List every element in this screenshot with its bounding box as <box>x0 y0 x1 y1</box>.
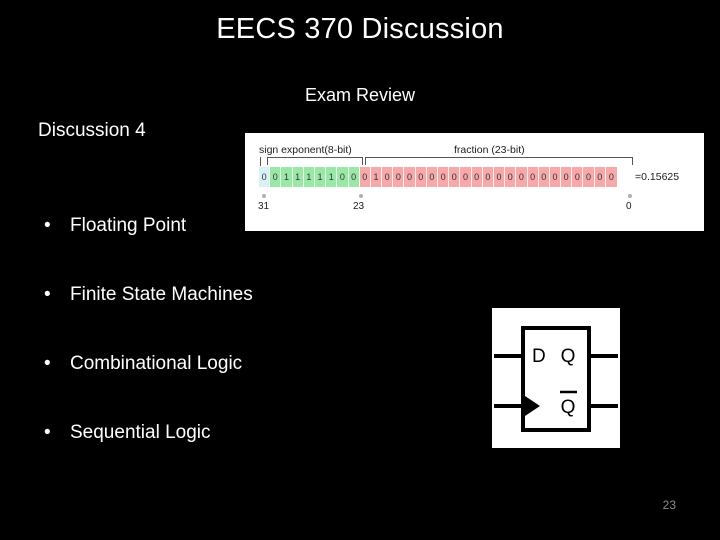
floating-point-diagram-inner: sign exponent(8-bit) fraction (23-bit) 0… <box>245 133 704 231</box>
fraction-bit: 0 <box>561 167 573 187</box>
fraction-bit: 0 <box>426 167 438 187</box>
fraction-bit: 0 <box>527 167 539 187</box>
d-flip-flop-diagram: D Q Q <box>492 308 620 448</box>
bullet-marker-icon: • <box>44 284 51 305</box>
fraction-bit: 0 <box>393 167 405 187</box>
list-item-label: Sequential Logic <box>70 422 211 443</box>
exponent-bit: 0 <box>270 167 282 187</box>
tick-label-0: 0 <box>626 201 632 212</box>
section-label: Discussion 4 <box>38 120 146 141</box>
tick-dot-0 <box>628 194 632 198</box>
floating-point-diagram: sign exponent(8-bit) fraction (23-bit) 0… <box>245 133 704 231</box>
slide-subtitle: Exam Review <box>304 85 416 105</box>
exponent-bracket <box>267 157 363 165</box>
tick-label-23: 23 <box>353 201 365 212</box>
tick-dot-31 <box>262 194 266 198</box>
fraction-caption: fraction (23-bit) <box>454 144 525 156</box>
fraction-bit: 0 <box>438 167 450 187</box>
exponent-bit: 0 <box>337 167 349 187</box>
fraction-bit: 0 <box>583 167 595 187</box>
bullet-marker-icon: • <box>44 422 51 443</box>
list-item-label: Floating Point <box>70 215 187 236</box>
fraction-bit: 0 <box>549 167 562 187</box>
flip-flop-svg: D Q Q <box>492 308 620 448</box>
fraction-bit: 0 <box>572 167 584 187</box>
fraction-bit: 0 <box>471 167 483 187</box>
fraction-bit: 0 <box>449 167 461 187</box>
float-value-label: =0.15625 <box>635 171 680 183</box>
list-item: • Finite State Machines <box>38 283 368 352</box>
exponent-bit: 1 <box>292 167 304 187</box>
fraction-bit: 0 <box>516 167 528 187</box>
q-output-label: Q <box>561 346 576 367</box>
fraction-bit: 0 <box>538 167 550 187</box>
tick-dot-23 <box>359 194 363 198</box>
fraction-bit: 0 <box>493 167 506 187</box>
fraction-bracket <box>365 157 633 165</box>
exponent-bit: 1 <box>314 167 327 187</box>
list-item: • Sequential Logic <box>38 421 368 490</box>
list-item-label: Finite State Machines <box>70 284 253 305</box>
fraction-bit: 0 <box>404 167 416 187</box>
exponent-bit: 1 <box>326 167 338 187</box>
topics-list: • Floating Point • Finite State Machines… <box>38 214 368 490</box>
d-input-label: D <box>532 346 546 367</box>
tick-label-31: 31 <box>258 201 270 212</box>
fraction-bit: 0 <box>415 167 427 187</box>
fraction-bit: 0 <box>359 167 371 187</box>
list-item-label: Combinational Logic <box>70 353 243 374</box>
exponent-bit: 1 <box>303 167 315 187</box>
exponent-bit: 0 <box>348 167 360 187</box>
exponent-bit: 1 <box>281 167 293 187</box>
fraction-bit: 0 <box>482 167 494 187</box>
page-number: 23 <box>662 498 676 512</box>
fraction-bit: 0 <box>594 167 606 187</box>
slide-canvas: EECS 370 Discussion Exam Review Discussi… <box>0 0 720 540</box>
qbar-output-label: Q <box>561 397 576 418</box>
fraction-bit: 1 <box>370 167 383 187</box>
fraction-bit: 0 <box>605 167 617 187</box>
fraction-bit: 0 <box>460 167 472 187</box>
page-title: EECS 370 Discussion <box>216 13 504 45</box>
list-item: • Combinational Logic <box>38 352 368 421</box>
fraction-bit: 0 <box>382 167 394 187</box>
bullet-marker-icon: • <box>44 353 51 374</box>
sign-bit: 0 <box>259 167 271 187</box>
sign-exponent-caption: sign exponent(8-bit) <box>259 144 352 156</box>
fraction-bit: 0 <box>505 167 517 187</box>
bit-field-row: 00111110001000000000000000000000 <box>259 167 617 187</box>
sign-bracket <box>260 157 264 166</box>
bullet-marker-icon: • <box>44 215 51 236</box>
